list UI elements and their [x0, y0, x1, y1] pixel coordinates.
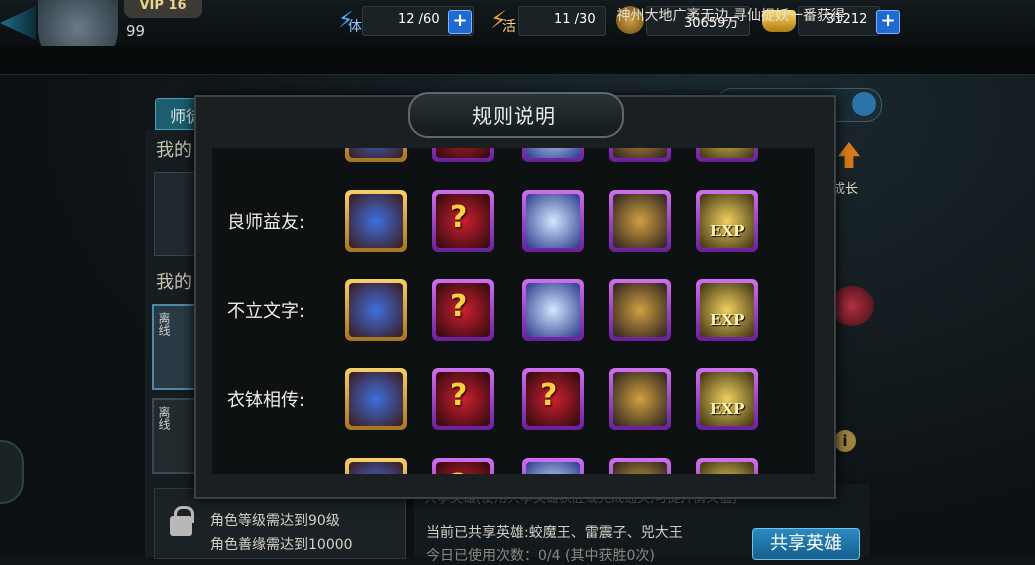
- mystery-orb-icon[interactable]: ?: [522, 368, 584, 430]
- blue-scroll-icon[interactable]: [522, 458, 584, 474]
- offline-tag: 离线: [157, 312, 171, 336]
- treasure-chest-icon[interactable]: [609, 279, 671, 341]
- disciple-portrait-2[interactable]: 离线: [152, 398, 200, 474]
- player-level: 99: [126, 22, 146, 40]
- item-art: [349, 194, 403, 248]
- reward-row-label: 不立文字:: [227, 301, 306, 322]
- item-art: [613, 372, 667, 426]
- stamina-add-button[interactable]: +: [448, 10, 472, 34]
- exp-label: EXP: [710, 400, 745, 418]
- mystery-weapon-icon[interactable]: ?: [432, 148, 494, 162]
- disciple-portrait-1[interactable]: 离线: [152, 304, 200, 390]
- lock-requirement-karma: 角色善缘需达到10000: [210, 537, 353, 553]
- decorative-orb: [830, 286, 874, 326]
- treasure-chest-icon[interactable]: [609, 368, 671, 430]
- reward-row-label: 良师益友:: [227, 212, 306, 233]
- item-art: [526, 283, 580, 337]
- blue-scroll-icon[interactable]: [522, 190, 584, 252]
- item-art: [613, 148, 667, 158]
- ingots-add-button[interactable]: +: [876, 10, 900, 34]
- my-section-label-2: 我的: [156, 272, 192, 293]
- exp-icon[interactable]: EXP: [696, 148, 758, 162]
- share-usage-text: 今日已使用次数：0/4 (其中获胜0次): [426, 548, 655, 564]
- question-mark-icon: ?: [450, 200, 468, 235]
- stamina-value: 12 /60: [398, 12, 440, 27]
- item-art: [613, 194, 667, 248]
- lock-requirement-level: 角色等级需达到90级: [210, 513, 340, 529]
- shared-heroes-text: 当前已共享英雄:蛟魔王、雷震子、兕大王: [426, 525, 683, 541]
- question-mark-icon: ?: [450, 468, 467, 474]
- my-section-label: 我的: [156, 140, 192, 161]
- item-art: [349, 462, 403, 474]
- rules-scroll-content[interactable]: 良师益友:? EXP 不立文字:? EXP 衣钵相传:?? EXP? EXP? EXP: [212, 148, 815, 474]
- item-art: [349, 372, 403, 426]
- blue-scroll-icon[interactable]: [522, 279, 584, 341]
- share-hero-button[interactable]: 共享英雄: [752, 528, 860, 560]
- activity-label: 活: [502, 19, 516, 35]
- play-arrow-icon[interactable]: [852, 92, 876, 116]
- item-art: [613, 283, 667, 337]
- mentor-card[interactable]: [154, 172, 196, 256]
- exp-label: EXP: [710, 222, 745, 240]
- question-mark-icon: ?: [540, 378, 558, 413]
- exp-label: EXP: [710, 148, 744, 150]
- scroll-icon[interactable]: [345, 279, 407, 341]
- mystery-armor-icon[interactable]: ?: [432, 279, 494, 341]
- item-art: [526, 462, 580, 474]
- exp-label: EXP: [710, 311, 745, 329]
- item-art: [526, 148, 580, 158]
- item-art: [436, 148, 490, 158]
- scroll-icon[interactable]: [345, 148, 407, 162]
- scroll-icon[interactable]: [345, 458, 407, 474]
- dialog-title: 规则说明: [472, 104, 556, 128]
- treasure-chest-icon[interactable]: [609, 190, 671, 252]
- exp-icon[interactable]: EXP: [696, 458, 758, 474]
- exp-icon[interactable]: EXP: [696, 368, 758, 430]
- mystery-weapon-icon[interactable]: ?: [432, 458, 494, 474]
- lock-icon: [170, 516, 192, 536]
- question-mark-icon: ?: [450, 378, 468, 413]
- item-art: [349, 148, 403, 158]
- item-art: [613, 462, 667, 474]
- info-icon[interactable]: i: [834, 430, 856, 452]
- ticker-text: 神州大地广袤无边,寻仙捉妖一番获得: [616, 8, 845, 24]
- item-art: [349, 283, 403, 337]
- activity-value: 11 /30: [554, 12, 596, 27]
- item-art: [526, 194, 580, 248]
- offline-tag: 离线: [157, 406, 171, 430]
- exp-icon[interactable]: EXP: [696, 279, 758, 341]
- news-ticker: [0, 46, 1035, 75]
- question-mark-icon: ?: [450, 289, 468, 324]
- scroll-icon[interactable]: [345, 190, 407, 252]
- blue-scroll-icon[interactable]: [522, 148, 584, 162]
- item-art: [700, 462, 754, 474]
- stamina-label: 体: [348, 19, 362, 35]
- exp-icon[interactable]: EXP: [696, 190, 758, 252]
- treasure-chest-icon[interactable]: [609, 148, 671, 162]
- mystery-armor-icon[interactable]: ?: [432, 368, 494, 430]
- mystery-weapon-icon[interactable]: ?: [432, 190, 494, 252]
- vip-badge: VIP 16: [124, 0, 202, 18]
- scroll-icon[interactable]: [345, 368, 407, 430]
- reward-row-label: 衣钵相传:: [227, 390, 306, 411]
- treasure-chest-icon[interactable]: [609, 458, 671, 474]
